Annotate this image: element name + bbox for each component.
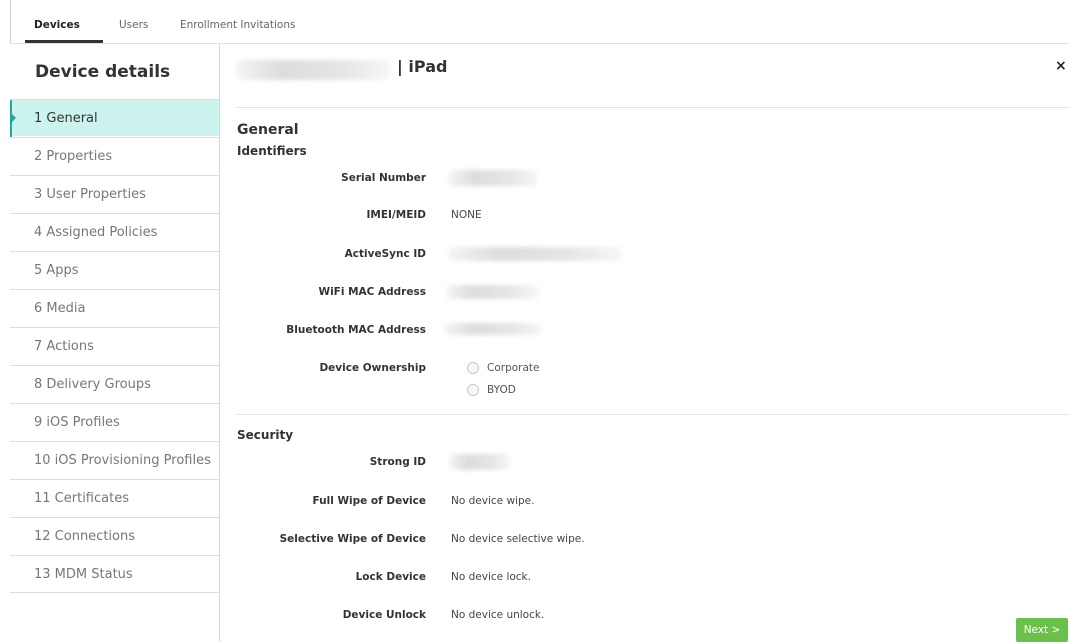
sidebar-item-label: 13 MDM Status — [34, 567, 133, 582]
full-wipe-value: No device wipe. — [451, 495, 535, 507]
sidebar-item-apps[interactable]: 5 Apps — [10, 251, 219, 288]
radio-label-corporate: Corporate — [487, 362, 540, 374]
tab-enrollment-invitations[interactable]: Enrollment Invitations — [180, 19, 295, 31]
section-title-security: Security — [237, 428, 294, 442]
sidebar-item-label: 2 Properties — [34, 149, 113, 164]
close-icon[interactable]: × — [1055, 58, 1067, 74]
caret-right-icon — [12, 114, 16, 122]
activesync-id-label: ActiveSync ID — [344, 248, 426, 260]
sidebar-item-label: 7 Actions — [34, 339, 94, 354]
sidebar-item-label: 10 iOS Provisioning Profiles — [34, 453, 211, 468]
imei-meid-label: IMEI/MEID — [366, 209, 426, 221]
device-unlock-label: Device Unlock — [342, 609, 426, 621]
tab-devices[interactable]: Devices — [34, 19, 80, 31]
redacted-wifi-mac — [446, 285, 539, 299]
subsection-title-identifiers: Identifiers — [237, 144, 307, 158]
sidebar-item-ios-provisioning-profiles[interactable]: 10 iOS Provisioning Profiles — [10, 441, 219, 478]
bluetooth-mac-label: Bluetooth MAC Address — [286, 324, 426, 336]
header-divider — [236, 107, 1069, 108]
sidebar-item-label: 11 Certificates — [34, 491, 129, 506]
sidebar-item-label: 1 General — [34, 111, 98, 126]
sidebar-item-label: 5 Apps — [34, 263, 79, 278]
lock-device-value: No device lock. — [451, 571, 531, 583]
top-tab-bar: Devices Users Enrollment Invitations — [10, 0, 1069, 44]
selective-wipe-value: No device selective wipe. — [451, 533, 585, 545]
sidebar-item-assigned-policies[interactable]: 4 Assigned Policies — [10, 213, 219, 250]
selective-wipe-label: Selective Wipe of Device — [279, 533, 426, 545]
device-type-title: | iPad — [397, 57, 448, 76]
tab-users[interactable]: Users — [119, 19, 148, 31]
redacted-bluetooth-mac — [444, 323, 542, 335]
sidebar-title: Device details — [35, 62, 171, 82]
serial-number-label: Serial Number — [341, 172, 426, 184]
sidebar-item-properties[interactable]: 2 Properties — [10, 137, 219, 174]
redacted-activesync-id — [448, 247, 622, 261]
section-title-general: General — [237, 122, 299, 138]
sidebar-item-connections[interactable]: 12 Connections — [10, 517, 219, 554]
sidebar-item-label: 12 Connections — [34, 529, 136, 544]
imei-meid-value: NONE — [451, 209, 482, 221]
full-wipe-label: Full Wipe of Device — [312, 495, 426, 507]
radio-label-byod: BYOD — [487, 384, 516, 396]
lock-device-label: Lock Device — [355, 571, 426, 583]
sidebar-item-ios-profiles[interactable]: 9 iOS Profiles — [10, 403, 219, 440]
sidebar-item-general[interactable]: 1 General — [10, 99, 219, 137]
sidebar-item-label: 3 User Properties — [34, 187, 146, 202]
sidebar-item-media[interactable]: 6 Media — [10, 289, 219, 326]
sidebar-item-label: 4 Assigned Policies — [34, 225, 158, 240]
sidebar-item-label: 8 Delivery Groups — [34, 377, 151, 392]
active-tab-indicator — [25, 40, 103, 43]
device-unlock-value: No device unlock. — [451, 609, 545, 621]
redacted-strong-id — [449, 454, 511, 470]
sidebar-item-delivery-groups[interactable]: 8 Delivery Groups — [10, 365, 219, 402]
next-button[interactable]: Next > — [1016, 618, 1068, 642]
sidebar-item-certificates[interactable]: 11 Certificates — [10, 479, 219, 516]
sidebar-item-mdm-status[interactable]: 13 MDM Status — [10, 555, 219, 593]
device-ownership-label: Device Ownership — [319, 362, 426, 374]
redacted-serial-number — [448, 170, 538, 186]
wifi-mac-label: WiFi MAC Address — [318, 286, 426, 298]
section-divider — [236, 414, 1069, 415]
sidebar-item-label: 6 Media — [34, 301, 86, 316]
radio-button[interactable] — [467, 362, 479, 374]
sidebar-item-actions[interactable]: 7 Actions — [10, 327, 219, 364]
radio-button[interactable] — [467, 384, 479, 396]
redacted-device-name — [236, 60, 391, 80]
strong-id-label: Strong ID — [369, 456, 426, 468]
sidebar: Device details 1 General 2 Properties 3 … — [10, 44, 220, 642]
sidebar-item-user-properties[interactable]: 3 User Properties — [10, 175, 219, 212]
sidebar-item-label: 9 iOS Profiles — [34, 415, 120, 430]
